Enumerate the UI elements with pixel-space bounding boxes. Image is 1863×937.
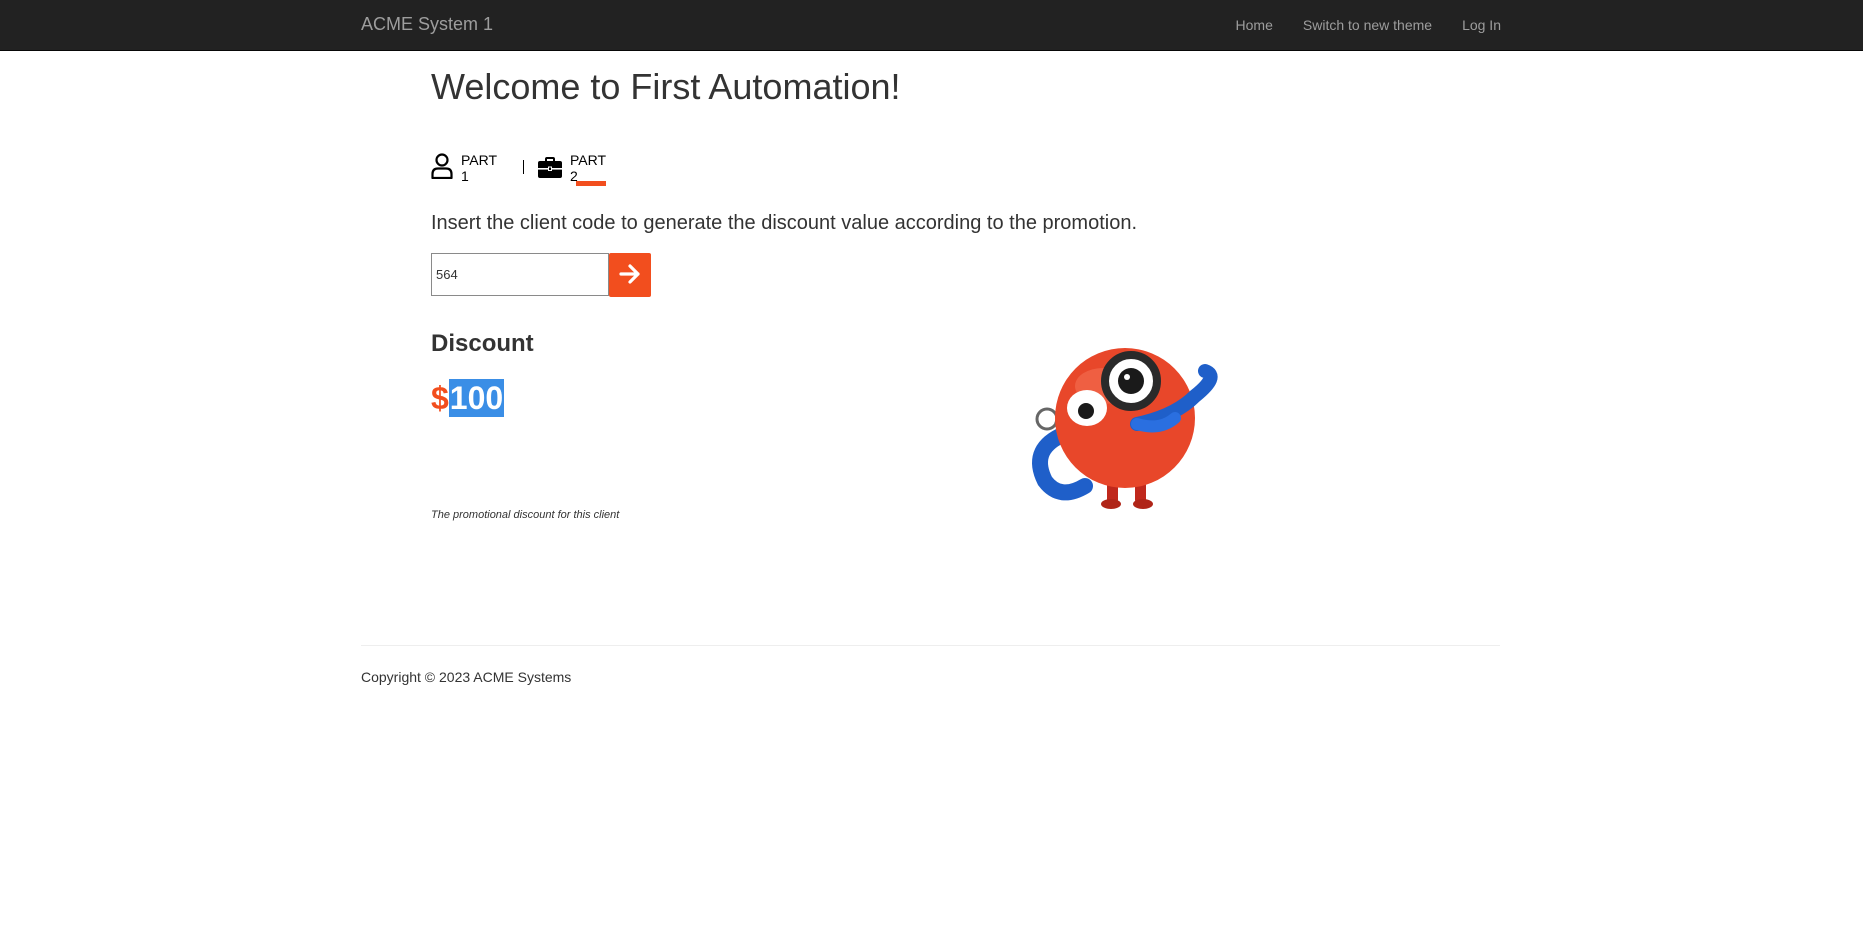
active-tab-indicator xyxy=(576,181,606,186)
submit-button[interactable] xyxy=(609,253,651,297)
tab-part-1-label: PART 1 xyxy=(461,152,497,184)
tab-part-2-label: PART 2 xyxy=(570,152,606,184)
tab-part-1[interactable]: PART 1 xyxy=(431,152,497,184)
mascot-illustration xyxy=(1025,336,1225,516)
nav-home-link[interactable]: Home xyxy=(1236,17,1273,33)
briefcase-icon xyxy=(538,157,562,184)
nav-links: Home Switch to new theme Log In xyxy=(1236,17,1501,33)
top-navbar: ACME System 1 Home Switch to new theme L… xyxy=(0,0,1863,51)
brand-link[interactable]: ACME System 1 xyxy=(361,14,493,35)
copyright-text: Copyright © 2023 ACME Systems xyxy=(361,669,572,685)
user-icon xyxy=(431,153,453,184)
discount-currency: $ xyxy=(431,380,449,416)
discount-heading: Discount xyxy=(431,330,534,357)
nav-login-link[interactable]: Log In xyxy=(1462,17,1501,33)
discount-amount: 100 xyxy=(448,379,505,417)
discount-caption: The promotional discount for this client xyxy=(431,509,620,521)
arrow-right-icon xyxy=(619,263,641,288)
tab-divider xyxy=(523,160,524,174)
discount-value: $100 xyxy=(431,379,505,417)
nav-switch-theme-link[interactable]: Switch to new theme xyxy=(1303,17,1432,33)
instruction-text: Insert the client code to generate the d… xyxy=(431,212,1137,234)
page-title: Welcome to First Automation! xyxy=(431,66,901,107)
footer-divider xyxy=(361,645,1500,646)
tab-part-2[interactable]: PART 2 xyxy=(538,152,606,184)
client-code-input[interactable] xyxy=(431,253,609,296)
